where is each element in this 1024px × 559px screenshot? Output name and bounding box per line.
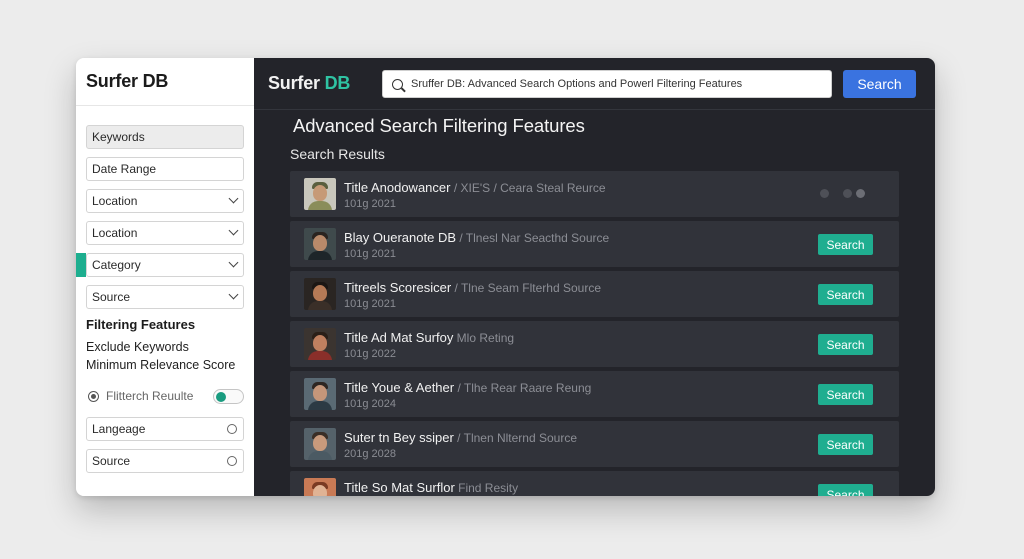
- result-card[interactable]: Title Anodowancer / XIE'S / Ceara Steal …: [290, 171, 899, 217]
- results-list: Title Anodowancer / XIE'S / Ceara Steal …: [290, 171, 899, 496]
- result-title: Suter tn Bey ssiper: [344, 430, 454, 445]
- loading-dots-icon: [820, 189, 865, 198]
- source-label: Source: [92, 290, 131, 304]
- search-input[interactable]: Sruffer DB: Advanced Search Options and …: [382, 70, 832, 98]
- category-label: Category: [92, 258, 141, 272]
- result-search-button[interactable]: Search: [818, 384, 873, 405]
- result-title: Blay Oueranote DB: [344, 230, 457, 245]
- result-date: 101g 2022: [344, 348, 396, 360]
- filtering-features-heading: Filtering Features: [86, 317, 196, 332]
- result-title: Titreels Scoresicer: [344, 280, 452, 295]
- result-title-line[interactable]: Suter tn Bey ssiper / Tlnen Nlternd Sour…: [344, 430, 577, 445]
- app-window: Surfer DB Keywords Date Range Location L…: [76, 58, 935, 496]
- category-select[interactable]: Category: [76, 253, 244, 277]
- logo-text: Surfer: [268, 73, 325, 93]
- filter-results-switch[interactable]: [213, 389, 244, 404]
- language-field[interactable]: Langeage: [86, 417, 244, 441]
- avatar: [304, 278, 336, 310]
- result-title-line[interactable]: Title Ad Mat Surfoy Mlo Reting: [344, 330, 514, 345]
- language-label: Langeage: [92, 422, 146, 436]
- location-label-2: Location: [92, 226, 138, 240]
- radio-circle-icon: [227, 424, 237, 434]
- date-range-field[interactable]: Date Range: [86, 157, 244, 181]
- sidebar-title: Surfer DB: [86, 71, 169, 91]
- app-logo: Surfer DB: [268, 73, 350, 94]
- location-select-1[interactable]: Location: [86, 189, 244, 213]
- source-label-2: Source: [92, 454, 131, 468]
- result-source: / Tlne Seam Flterhd Source: [451, 281, 602, 295]
- result-source: / XIE'S / Ceara Steal Reurce: [450, 181, 606, 195]
- active-indicator: [76, 253, 86, 277]
- min-relevance-option[interactable]: Minimum Relevance Score: [86, 358, 244, 372]
- result-card[interactable]: Title Ad Mat Surfoy Mlo Reting 101g 2022…: [290, 321, 899, 367]
- chevron-down-icon: [228, 193, 239, 204]
- chevron-down-icon: [228, 257, 239, 268]
- source-select[interactable]: Source: [86, 285, 244, 309]
- keywords-label: Keywords: [92, 130, 145, 144]
- result-title-line[interactable]: Titreels Scoresicer / Tlne Seam Flterhd …: [344, 280, 601, 295]
- location-label-1: Location: [92, 194, 138, 208]
- result-source: / Tlnesl Nar Seacthd Source: [456, 231, 610, 245]
- location-select-2[interactable]: Location: [86, 221, 244, 245]
- result-source: Mlo Reting: [453, 331, 515, 345]
- result-title: Title Anodowancer: [344, 180, 451, 195]
- result-date: 201g 2028: [344, 448, 396, 460]
- result-title-line[interactable]: Blay Oueranote DB / Tlnesl Nar Seacthd S…: [344, 230, 609, 245]
- filter-results-label: Flitterch Reuulte: [106, 389, 194, 403]
- result-card[interactable]: Blay Oueranote DB / Tlnesl Nar Seacthd S…: [290, 221, 899, 267]
- result-card[interactable]: Title Youe & Aether / Tlhe Rear Raare Re…: [290, 371, 899, 417]
- exclude-keywords-option[interactable]: Exclude Keywords: [86, 340, 244, 354]
- date-range-label: Date Range: [92, 162, 157, 176]
- sidebar-header: Surfer DB: [76, 58, 254, 106]
- keywords-field[interactable]: Keywords: [86, 125, 244, 149]
- main-panel: Surfer DB Sruffer DB: Advanced Search Op…: [254, 58, 935, 496]
- radio-icon[interactable]: [88, 390, 99, 402]
- result-source: / Tlhe Rear Raare Reung: [454, 381, 592, 395]
- search-button[interactable]: Search: [843, 70, 916, 98]
- filter-results-toggle-row: Flitterch Reuulte: [86, 384, 244, 408]
- results-heading: Search Results: [290, 146, 385, 162]
- avatar: [304, 178, 336, 210]
- result-search-button[interactable]: Search: [818, 484, 873, 496]
- filter-sidebar: Surfer DB Keywords Date Range Location L…: [76, 58, 254, 496]
- chevron-down-icon: [228, 289, 239, 300]
- avatar: [304, 228, 336, 260]
- result-card[interactable]: Suter tn Bey ssiper / Tlnen Nlternd Sour…: [290, 421, 899, 467]
- search-query: Sruffer DB: Advanced Search Options and …: [411, 78, 743, 90]
- avatar: [304, 428, 336, 460]
- result-source: Find Resity: [454, 481, 519, 495]
- source-field-2[interactable]: Source: [86, 449, 244, 473]
- result-card[interactable]: Title So Mat Surflor Find Resity Search: [290, 471, 899, 496]
- page-title: Advanced Search Filtering Features: [293, 115, 585, 136]
- avatar: [304, 378, 336, 410]
- avatar: [304, 328, 336, 360]
- result-title-line[interactable]: Title Youe & Aether / Tlhe Rear Raare Re…: [344, 380, 591, 395]
- result-card[interactable]: Titreels Scoresicer / Tlne Seam Flterhd …: [290, 271, 899, 317]
- top-bar: Surfer DB Sruffer DB: Advanced Search Op…: [254, 58, 935, 110]
- result-title: Title So Mat Surflor: [344, 480, 455, 495]
- result-title: Title Ad Mat Surfoy: [344, 330, 454, 345]
- chevron-down-icon: [228, 225, 239, 236]
- result-title: Title Youe & Aether: [344, 380, 455, 395]
- result-date: 101g 2021: [344, 248, 396, 260]
- result-search-button[interactable]: Search: [818, 434, 873, 455]
- avatar: [304, 478, 336, 496]
- result-search-button[interactable]: Search: [818, 284, 873, 305]
- result-source: / Tlnen Nlternd Source: [453, 431, 578, 445]
- result-search-button[interactable]: Search: [818, 234, 873, 255]
- result-search-button[interactable]: Search: [818, 334, 873, 355]
- result-date: 101g 2024: [344, 398, 396, 410]
- result-date: 101g 2021: [344, 198, 396, 210]
- logo-accent: DB: [324, 73, 351, 93]
- search-icon: [392, 78, 403, 90]
- result-title-line[interactable]: Title Anodowancer / XIE'S / Ceara Steal …: [344, 180, 606, 195]
- radio-circle-icon: [227, 456, 237, 466]
- result-title-line[interactable]: Title So Mat Surflor Find Resity: [344, 480, 518, 495]
- result-date: 101g 2021: [344, 298, 396, 310]
